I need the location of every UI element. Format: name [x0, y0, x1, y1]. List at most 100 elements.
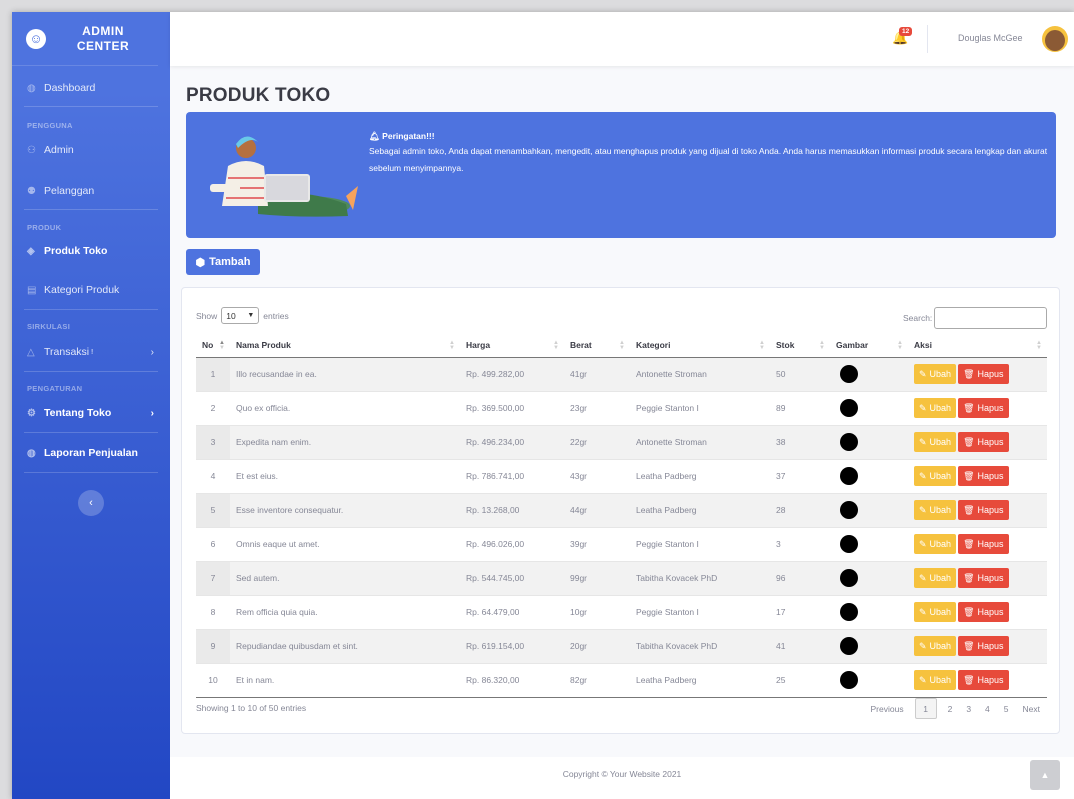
pagination-page-1[interactable]: 1 — [914, 698, 937, 719]
delete-button[interactable]: 🗑︎ Hapus — [958, 568, 1009, 588]
trash-icon: 🗑︎ — [963, 640, 975, 651]
edit-button[interactable]: ✎ Ubah — [914, 534, 957, 554]
sidebar-heading-pengguna: PENGGUNA — [27, 121, 73, 130]
users-icon: ⚉ — [27, 185, 36, 197]
pagination-previous[interactable]: Previous — [864, 704, 911, 714]
delete-button[interactable]: 🗑︎ Hapus — [958, 466, 1009, 486]
sidebar-item-transaksi[interactable]: △ Transaksi ! › — [12, 342, 170, 362]
delete-button[interactable]: 🗑︎ Hapus — [958, 636, 1009, 656]
wrench-icon: ✎ — [919, 504, 927, 515]
pagination-page-4[interactable]: 4 — [978, 704, 997, 714]
wrench-icon: ✎ — [919, 470, 927, 481]
row-number: 7 — [196, 560, 230, 595]
product-image[interactable] — [840, 501, 858, 519]
product-stock: 50 — [770, 356, 830, 391]
page-length-select[interactable]: 10 ▼ — [221, 307, 260, 324]
user-shield-icon: ⚇ — [27, 144, 36, 156]
trash-icon: 🗑︎ — [963, 402, 975, 413]
product-weight: 43gr — [564, 458, 630, 493]
sort-icon: ▲ ▼ — [819, 340, 825, 351]
product-category: Antonette Stroman — [630, 356, 770, 391]
product-image[interactable] — [840, 399, 858, 417]
table-row: 8 Rem officia quia quia. Rp. 64.479,00 10gr… — [196, 594, 1047, 629]
topbar-divider — [927, 25, 928, 53]
actions-cell: ✎ Ubah 🗑︎ Hapus — [908, 594, 1047, 629]
row-number: 5 — [196, 492, 230, 527]
product-category: Peggie Stanton I — [630, 594, 770, 629]
edit-button[interactable]: ✎ Ubah — [914, 568, 957, 588]
search-input[interactable] — [934, 307, 1048, 329]
product-image[interactable] — [840, 603, 858, 621]
add-product-button[interactable]: ⬢ Tambah — [186, 249, 260, 275]
sidebar-item-laporan-penjualan[interactable]: ◍ Laporan Penjualan — [12, 443, 170, 463]
edit-button[interactable]: ✎ Ubah — [914, 432, 957, 452]
banner-title-text: Peringatan!!! — [382, 131, 435, 141]
column-header-1[interactable]: Nama Produk ▲ ▼ — [230, 334, 460, 358]
delete-button[interactable]: 🗑︎ Hapus — [958, 364, 1009, 384]
brand[interactable]: ☺ ADMIN CENTER — [12, 12, 158, 66]
column-header-4[interactable]: Kategori ▲ ▼ — [630, 334, 770, 358]
sidebar-item-pelanggan[interactable]: ⚉ Pelanggan — [12, 181, 170, 201]
product-name: Repudiandae quibusdam et sint. — [230, 628, 460, 663]
delete-button[interactable]: 🗑︎ Hapus — [958, 602, 1009, 622]
product-stock: 17 — [770, 594, 830, 629]
product-image[interactable] — [840, 671, 858, 689]
column-header-0[interactable]: No ▲ ▼ — [196, 334, 230, 358]
column-header-2[interactable]: Harga ▲ ▼ — [460, 334, 564, 358]
delete-button[interactable]: 🗑︎ Hapus — [958, 670, 1009, 690]
column-header-7[interactable]: Aksi ▲ ▼ — [908, 334, 1047, 358]
edit-button[interactable]: ✎ Ubah — [914, 364, 957, 384]
pagination-next[interactable]: Next — [1016, 704, 1047, 714]
delete-button[interactable]: 🗑︎ Hapus — [958, 432, 1009, 452]
edit-button[interactable]: ✎ Ubah — [914, 636, 957, 656]
edit-button[interactable]: ✎ Ubah — [914, 466, 957, 486]
product-category: Peggie Stanton I — [630, 390, 770, 425]
sidebar-item-tentang-toko[interactable]: ⚙ Tentang Toko › — [12, 403, 170, 423]
product-stock: 96 — [770, 560, 830, 595]
edit-button[interactable]: ✎ Ubah — [914, 670, 957, 690]
edit-button[interactable]: ✎ Ubah — [914, 398, 957, 418]
column-header-label: Berat — [570, 340, 592, 351]
pagination-page-3[interactable]: 3 — [959, 704, 978, 714]
pagination-page-2[interactable]: 2 — [941, 704, 960, 714]
box-open-icon: ⬢ — [195, 256, 206, 269]
wrench-icon: ✎ — [919, 538, 927, 549]
actions-cell: ✎ Ubah 🗑︎ Hapus — [908, 560, 1047, 595]
edit-button[interactable]: ✎ Ubah — [914, 602, 957, 622]
table-header-row: No ▲ ▼ Nama Produk ▲ ▼ Harga ▲ ▼ Berat ▲ ▼ Kategori ▲… — [196, 334, 1047, 358]
edit-button[interactable]: ✎ Ubah — [914, 500, 957, 520]
scroll-to-top-button[interactable]: ▲ — [1030, 760, 1060, 790]
sidebar-item-label: Admin — [44, 144, 74, 156]
product-image[interactable] — [840, 433, 858, 451]
product-weight: 10gr — [564, 594, 630, 629]
product-stock: 28 — [770, 492, 830, 527]
sidebar-divider — [24, 209, 158, 210]
column-header-6[interactable]: Gambar ▲ ▼ — [830, 334, 908, 358]
trash-icon: 🗑︎ — [963, 674, 975, 685]
delete-button[interactable]: 🗑︎ Hapus — [958, 500, 1009, 520]
add-product-label: Tambah — [209, 256, 251, 268]
product-name: Sed autem. — [230, 560, 460, 595]
user-name[interactable]: Douglas McGee — [958, 33, 1023, 43]
sidebar-item-admin[interactable]: ⚇ Admin — [12, 140, 170, 160]
box-icon: ◈ — [27, 245, 35, 257]
product-image[interactable] — [840, 535, 858, 553]
sidebar-item-produk-toko[interactable]: ◈ Produk Toko — [12, 241, 170, 261]
column-header-5[interactable]: Stok ▲ ▼ — [770, 334, 830, 358]
delete-button[interactable]: 🗑︎ Hapus — [958, 398, 1009, 418]
sidebar-item-kategori-produk[interactable]: ▤ Kategori Produk — [12, 280, 170, 300]
column-header-3[interactable]: Berat ▲ ▼ — [564, 334, 630, 358]
delete-button[interactable]: 🗑︎ Hapus — [958, 534, 1009, 554]
product-image[interactable] — [840, 637, 858, 655]
sidebar-toggle-button[interactable]: ‹ — [78, 490, 104, 516]
product-image[interactable] — [840, 467, 858, 485]
sort-icon: ▲ ▼ — [553, 340, 559, 351]
pagination-page-5[interactable]: 5 — [997, 704, 1016, 714]
product-price: Rp. 786.741,00 — [460, 458, 564, 493]
product-image[interactable] — [840, 365, 858, 383]
product-stock: 89 — [770, 390, 830, 425]
product-image-cell — [830, 628, 908, 663]
avatar[interactable] — [1042, 26, 1068, 52]
sidebar-item-dashboard[interactable]: ◍ Dashboard — [12, 78, 170, 98]
product-image[interactable] — [840, 569, 858, 587]
